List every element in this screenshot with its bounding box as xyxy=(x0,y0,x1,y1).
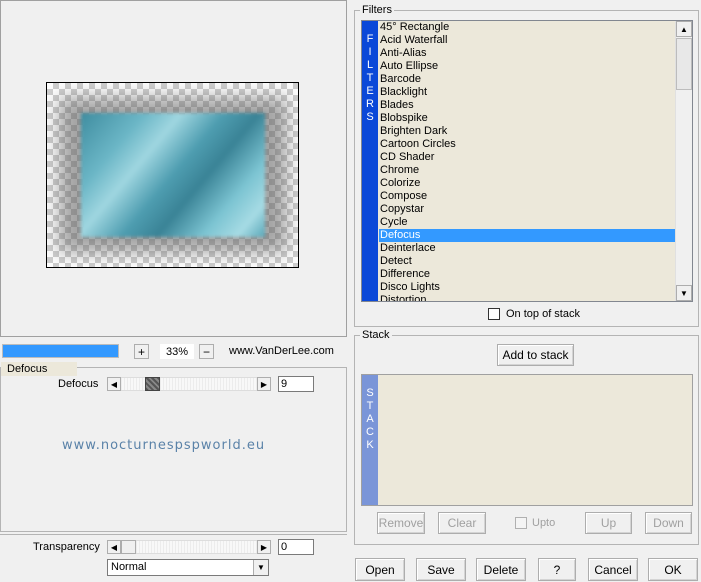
parameters-group-title: Defocus xyxy=(1,362,77,376)
filters-letter: S xyxy=(366,111,374,123)
filter-list-item[interactable]: Blobspike xyxy=(379,112,675,125)
progress-fill xyxy=(3,345,118,357)
preview-image[interactable] xyxy=(46,82,299,268)
filter-list-item[interactable]: Compose xyxy=(379,190,675,203)
transparency-slider-track[interactable] xyxy=(121,540,257,554)
filter-list-item[interactable]: Cartoon Circles xyxy=(379,138,675,151)
ok-button[interactable]: OK xyxy=(648,558,698,581)
stack-letter: T xyxy=(366,400,374,412)
defocus-decrease-arrow[interactable]: ◀ xyxy=(107,377,121,391)
filter-list-item[interactable]: Colorize xyxy=(379,177,675,190)
filter-list-item[interactable]: Acid Waterfall xyxy=(379,34,675,47)
vanderlee-link[interactable]: www.VanDerLee.com xyxy=(229,345,334,357)
transparency-decrease-arrow[interactable]: ◀ xyxy=(107,540,121,554)
filters-letter: F xyxy=(366,33,374,45)
delete-button[interactable]: Delete xyxy=(476,558,526,581)
defocus-increase-arrow[interactable]: ▶ xyxy=(257,377,271,391)
down-button[interactable]: Down xyxy=(645,512,692,534)
filters-items: 45° Rectangle Acid Waterfall Anti-Alias Aut… xyxy=(379,21,675,301)
divider xyxy=(0,534,347,535)
add-to-stack-button[interactable]: Add to stack xyxy=(497,344,574,366)
filters-letter: I xyxy=(368,46,372,58)
zoom-out-button[interactable]: − xyxy=(199,344,214,359)
scroll-up-arrow[interactable]: ▲ xyxy=(676,21,692,37)
defocus-slider-track[interactable] xyxy=(121,377,257,391)
blend-mode-select[interactable]: Normal ▼ xyxy=(107,559,269,576)
filter-list-item[interactable]: Deinterlace xyxy=(379,242,675,255)
filter-list-item[interactable]: Disco Lights xyxy=(379,281,675,294)
cancel-button[interactable]: Cancel xyxy=(588,558,638,581)
zoom-level: 33% xyxy=(160,344,194,359)
render-progress-bar xyxy=(2,344,119,358)
filter-list-item[interactable]: Anti-Alias xyxy=(379,47,675,60)
filter-list-item[interactable]: Chrome xyxy=(379,164,675,177)
filter-list-item[interactable]: Copystar xyxy=(379,203,675,216)
clear-button[interactable]: Clear xyxy=(438,512,486,534)
filters-side-label: FILTERS xyxy=(362,21,378,301)
filter-list-item[interactable]: Detect xyxy=(379,255,675,268)
chevron-down-icon[interactable]: ▼ xyxy=(253,560,268,575)
filters-letter: R xyxy=(366,98,374,110)
scroll-down-arrow[interactable]: ▼ xyxy=(676,285,692,301)
filter-list-item[interactable]: Defocus xyxy=(379,229,675,242)
filter-list-item[interactable]: Auto Ellipse xyxy=(379,60,675,73)
filter-list-item[interactable]: Barcode xyxy=(379,73,675,86)
filter-list-item[interactable]: Blades xyxy=(379,99,675,112)
filter-list-item[interactable]: Brighten Dark xyxy=(379,125,675,138)
preview-picture xyxy=(81,113,265,237)
stack-letter: C xyxy=(366,426,374,438)
filter-list-item[interactable]: Distortion xyxy=(379,294,675,301)
filters-letter: L xyxy=(366,59,374,71)
stack-group-title: Stack xyxy=(360,329,392,341)
preview-pane xyxy=(0,0,347,337)
watermark-text: www.nocturnespspworld.eu xyxy=(62,438,266,453)
filters-list[interactable]: FILTERS 45° Rectangle Acid Waterfall Anti-… xyxy=(361,20,693,302)
on-top-of-stack-label: On top of stack xyxy=(506,308,580,320)
filter-list-item[interactable]: 45° Rectangle xyxy=(379,21,675,34)
blend-mode-value: Normal xyxy=(111,561,147,573)
filters-scrollbar[interactable]: ▲ ▼ xyxy=(675,21,692,301)
transparency-increase-arrow[interactable]: ▶ xyxy=(257,540,271,554)
transparency-slider-thumb[interactable] xyxy=(121,540,136,554)
zoom-in-button[interactable]: + xyxy=(134,344,149,359)
save-button[interactable]: Save xyxy=(416,558,466,581)
transparency-label: Transparency xyxy=(33,541,100,553)
filters-letter: E xyxy=(366,85,374,97)
stack-list[interactable]: STACK xyxy=(361,374,693,506)
filter-list-item[interactable]: Cycle xyxy=(379,216,675,229)
scroll-thumb[interactable] xyxy=(676,38,692,90)
filters-letter: T xyxy=(366,72,374,84)
filter-list-item[interactable]: Difference xyxy=(379,268,675,281)
transparency-value-field[interactable]: 0 xyxy=(278,539,314,555)
stack-letter: S xyxy=(366,387,374,399)
defocus-slider-thumb[interactable] xyxy=(145,377,160,391)
remove-button[interactable]: Remove xyxy=(377,512,425,534)
on-top-of-stack-checkbox[interactable] xyxy=(488,308,500,320)
filter-list-item[interactable]: Blacklight xyxy=(379,86,675,99)
open-button[interactable]: Open xyxy=(355,558,405,581)
stack-letter: A xyxy=(366,413,374,425)
upto-checkbox[interactable] xyxy=(515,517,527,529)
defocus-label: Defocus xyxy=(58,378,99,390)
filter-list-item[interactable]: CD Shader xyxy=(379,151,675,164)
up-button[interactable]: Up xyxy=(585,512,632,534)
defocus-value-field[interactable]: 9 xyxy=(278,376,314,392)
stack-side-label: STACK xyxy=(362,375,378,505)
upto-label: Upto xyxy=(532,517,556,529)
stack-letter: K xyxy=(366,439,374,451)
filters-group-title: Filters xyxy=(360,4,394,16)
help-button[interactable]: ? xyxy=(538,558,576,581)
